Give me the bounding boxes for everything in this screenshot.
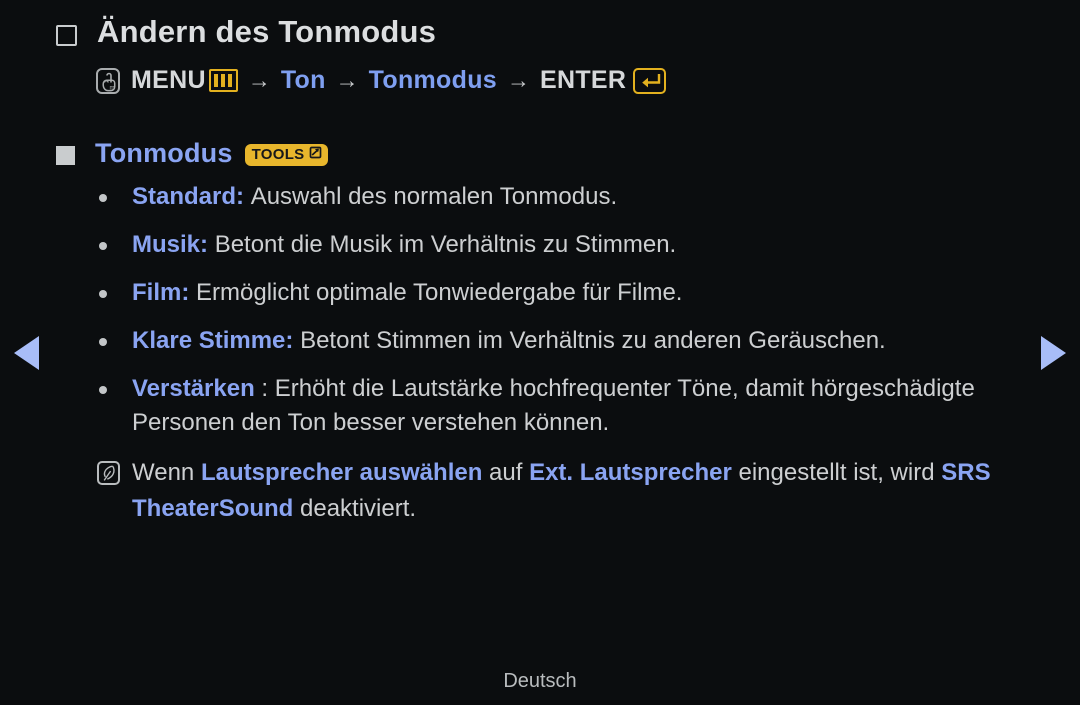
menu-label: MENU — [131, 66, 206, 94]
note-block: Wenn Lautsprecher auswählen auf Ext. Lau… — [97, 455, 1047, 527]
bullet-dot-icon — [99, 242, 107, 251]
footer-language: Deutsch — [503, 670, 577, 692]
note-pencil-icon — [97, 461, 120, 485]
option-text: Verstärken : Erhöht die Lautstärke hochf… — [132, 372, 1039, 440]
menu-path-item-tonmodus: Tonmodus — [368, 66, 497, 94]
option-term: Standard — [132, 183, 237, 210]
option-description: Auswahl des normalen Tonmodus. — [250, 183, 618, 210]
note-part-3: eingestellt ist, wird — [731, 459, 942, 486]
option-separator: : — [181, 279, 197, 307]
path-arrow-3: → — [506, 67, 530, 93]
page-title-text: Ändern des Tonmodus — [97, 14, 437, 49]
option-term: Film — [132, 279, 182, 307]
bottom-band — [0, 700, 1080, 705]
bullet-dot-icon — [99, 290, 107, 299]
svg-text:m: m — [110, 85, 115, 91]
list-item: Film: Ermöglicht optimale Tonwiedergabe … — [99, 276, 1039, 310]
option-term: Verstärken — [132, 375, 255, 403]
option-term: Klare Stimme — [132, 327, 286, 355]
section-heading: Tonmodus TOOLS — [56, 138, 329, 169]
option-text: Film: Ermöglicht optimale Tonwiedergabe … — [132, 276, 682, 310]
list-item: Klare Stimme: Betont Stimmen im Verhältn… — [99, 324, 1039, 358]
menu-path-breadcrumb: m MENU → Ton → Tonmodus → ENTER — [96, 66, 667, 95]
option-separator: : — [285, 327, 301, 355]
option-separator: : — [254, 375, 275, 403]
list-item: Verstärken : Erhöht die Lautstärke hochf… — [99, 372, 1039, 440]
bullet-dot-icon — [99, 194, 107, 202]
note-part-2: auf — [482, 459, 530, 486]
tools-badge-label: TOOLS — [251, 146, 305, 163]
option-description: Betont Stimmen im Verhältnis zu anderen … — [300, 327, 886, 355]
option-separator: : — [200, 231, 215, 259]
list-item: Musik: Betont die Musik im Verhältnis zu… — [99, 228, 1039, 262]
triangle-left-icon[interactable] — [14, 336, 39, 370]
square-outline-icon — [56, 24, 77, 46]
note-term-ext-speaker: Ext. Lautsprecher — [529, 459, 732, 486]
option-text: Musik: Betont die Musik im Verhältnis zu… — [132, 228, 676, 262]
tools-arrow-icon — [307, 145, 322, 165]
option-description: Betont die Musik im Verhältnis zu Stimme… — [214, 231, 677, 259]
option-text: Standard: Auswahl des normalen Tonmodus. — [132, 180, 617, 214]
tools-badge[interactable]: TOOLS — [244, 143, 329, 166]
section-heading-text: Tonmodus — [95, 138, 233, 168]
note-part-1: Wenn — [132, 459, 201, 486]
ebook-page: Ändern des Tonmodus m MENU → Ton → Tonmo… — [0, 0, 1080, 705]
menu-path-item-ton: Ton — [280, 66, 326, 94]
list-item: Standard: Auswahl des normalen Tonmodus. — [99, 180, 1039, 214]
option-description: Ermöglicht optimale Tonwiedergabe für Fi… — [196, 279, 683, 307]
enter-label: ENTER — [539, 66, 627, 94]
page-title: Ändern des Tonmodus — [56, 14, 436, 50]
note-part-4: deaktiviert. — [293, 495, 417, 522]
square-filled-icon — [56, 146, 75, 165]
triangle-right-icon[interactable] — [1041, 336, 1066, 370]
enter-key-icon — [633, 67, 667, 94]
bullet-dot-icon — [99, 386, 107, 395]
hand-pointer-icon: m — [96, 67, 120, 94]
note-term-speaker-select: Lautsprecher auswählen — [200, 459, 483, 486]
option-separator: : — [236, 183, 251, 210]
option-text: Klare Stimme: Betont Stimmen im Verhältn… — [132, 324, 886, 358]
sound-mode-option-list: Standard: Auswahl des normalen Tonmodus.… — [99, 180, 1039, 454]
path-arrow-1: → — [247, 67, 271, 93]
note-text: Wenn Lautsprecher auswählen auf Ext. Lau… — [132, 455, 1047, 527]
menu-bars-icon — [208, 69, 238, 92]
option-term: Musik — [132, 231, 201, 259]
path-arrow-2: → — [335, 67, 359, 93]
bullet-dot-icon — [99, 338, 107, 347]
